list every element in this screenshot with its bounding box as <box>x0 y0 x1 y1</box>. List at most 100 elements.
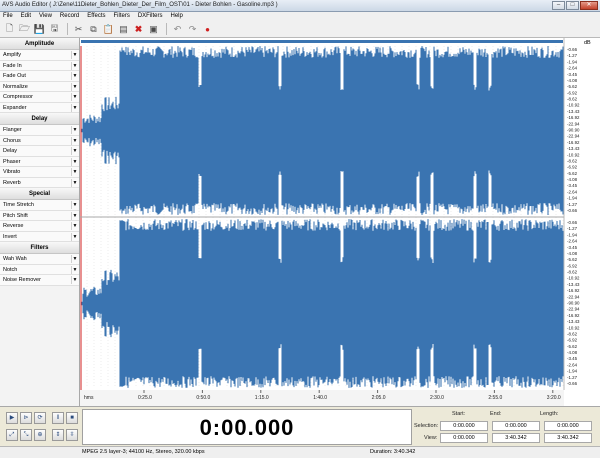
effect-label: Fade Out <box>3 73 26 79</box>
effect-label: Amplify <box>3 52 22 58</box>
db-tick-label: -22.94 <box>567 307 580 312</box>
menu-view[interactable]: View <box>39 12 52 21</box>
dropdown-arrow-icon[interactable]: ▼ <box>71 178 78 187</box>
db-tick-label: -0.66 <box>567 220 578 225</box>
cut-icon[interactable]: ✂ <box>72 23 85 36</box>
db-tick-label: -10.92 <box>567 103 580 108</box>
overview-scrollbar[interactable] <box>81 40 563 43</box>
effect-wah-wah[interactable]: Wah Wah ▼ <box>0 254 79 265</box>
effect-label: Reverb <box>3 179 21 186</box>
dropdown-arrow-icon[interactable]: ▼ <box>71 222 78 230</box>
db-tick-label: -1.27 <box>567 202 578 207</box>
db-tick-label: -6.92 <box>567 165 578 170</box>
dropdown-arrow-icon[interactable]: ▼ <box>71 93 78 101</box>
zoom-out-horizontal-icon[interactable]: ⤡ <box>20 429 32 441</box>
dropdown-arrow-icon[interactable]: ▼ <box>71 255 78 263</box>
db-tick-label: -1.94 <box>567 232 578 237</box>
dropdown-arrow-icon[interactable]: ▼ <box>71 168 78 176</box>
open-folder-icon[interactable]: 🗁 <box>18 23 31 36</box>
menu-edit[interactable]: Edit <box>21 12 31 21</box>
dropdown-arrow-icon[interactable]: ▼ <box>71 147 78 155</box>
minimize-button[interactable]: – <box>552 1 565 10</box>
effect-pitch-shift[interactable]: Pitch Shift ▼ <box>0 210 79 221</box>
transport-panel: ▶ ⊳ ⟳ ‖ ■ ⤢ ⤡ ⊕ ⇕ ⇳ 0:00.000 Start: End:… <box>0 406 600 446</box>
effect-normalize[interactable]: Normalize ▼ <box>0 81 79 92</box>
dropdown-arrow-icon[interactable]: ▼ <box>71 265 78 274</box>
view-end-field[interactable]: 3:40.342 <box>492 433 540 443</box>
dropdown-arrow-icon[interactable]: ▼ <box>71 276 78 284</box>
record-icon[interactable]: ● <box>201 23 214 36</box>
selection-length-field[interactable]: 0:00.000 <box>544 421 592 431</box>
waveform-editor[interactable]: dB -0.66 -1.27 -1.94 -2.64 -3.45 -4.08 -5.62 -6… <box>80 38 600 406</box>
effect-amplify[interactable]: Amplify ▼ <box>0 50 79 61</box>
maximize-button[interactable]: □ <box>566 1 579 10</box>
view-length-field[interactable]: 3:40.342 <box>544 433 592 443</box>
dropdown-arrow-icon[interactable]: ▼ <box>71 232 78 241</box>
effect-fade-out[interactable]: Fade Out ▼ <box>0 71 79 82</box>
db-tick-label: -8.62 <box>567 270 578 275</box>
menu-record[interactable]: Record <box>60 12 79 21</box>
zoom-selection-icon[interactable]: ⊕ <box>34 429 46 441</box>
dropdown-arrow-icon[interactable]: ▼ <box>71 126 78 134</box>
menu-effects[interactable]: Effects <box>87 12 105 21</box>
dropdown-arrow-icon[interactable]: ▼ <box>71 201 78 209</box>
db-tick-label: -13.43 <box>567 146 580 151</box>
dropdown-arrow-icon[interactable]: ▼ <box>71 211 78 220</box>
zoom-out-vertical-icon[interactable]: ⇳ <box>66 429 78 441</box>
save-as-icon[interactable]: 🖫 <box>48 23 61 36</box>
time-display: 0:00.000 <box>82 409 412 445</box>
play-selection-icon[interactable]: ⊳ <box>20 412 32 424</box>
redo-icon[interactable]: ↷ <box>186 23 199 36</box>
dropdown-arrow-icon[interactable]: ▼ <box>71 72 78 80</box>
dropdown-arrow-icon[interactable]: ▼ <box>71 61 78 70</box>
selection-start-field[interactable]: 0:00.000 <box>440 421 488 431</box>
effect-delay[interactable]: Delay ▼ <box>0 146 79 157</box>
db-tick-label: -1.27 <box>567 375 578 380</box>
effect-vibrato[interactable]: Vibrato ▼ <box>0 167 79 178</box>
menu-dxfilters[interactable]: DXFilters <box>138 12 163 21</box>
effect-notch[interactable]: Notch ▼ <box>0 264 79 275</box>
time-label: 2:05.0 <box>372 395 386 401</box>
close-button[interactable]: ✕ <box>580 1 598 10</box>
effect-reverb[interactable]: Reverb ▼ <box>0 177 79 188</box>
play-icon[interactable]: ▶ <box>6 412 18 424</box>
trim-icon[interactable]: ▣ <box>147 23 160 36</box>
dropdown-arrow-icon[interactable]: ▼ <box>71 157 78 166</box>
loop-icon[interactable]: ⟳ <box>34 412 46 424</box>
copy-icon[interactable]: ⧉ <box>87 23 100 36</box>
audio-format-info: MPEG 2.5 layer-3; 44100 Hz, Stereo, 320.… <box>82 449 205 455</box>
effect-label: Chorus <box>3 137 21 144</box>
effect-expander[interactable]: Expander ▼ <box>0 102 79 113</box>
new-file-icon[interactable]: 🗋 <box>3 23 16 36</box>
effect-invert[interactable]: Invert ▼ <box>0 231 79 242</box>
db-tick-label: -10.92 <box>567 276 580 281</box>
zoom-in-horizontal-icon[interactable]: ⤢ <box>6 429 18 441</box>
effect-noise-remover[interactable]: Noise Remover ▼ <box>0 275 79 286</box>
selection-end-field[interactable]: 0:00.000 <box>492 421 540 431</box>
paste-icon[interactable]: 📋 <box>102 23 115 36</box>
view-start-field[interactable]: 0:00.000 <box>440 433 488 443</box>
dropdown-arrow-icon[interactable]: ▼ <box>71 51 78 59</box>
waveform-canvas[interactable]: dB -0.66-1.27-1.94-2.64-3.45-4.08-5.62-6… <box>80 38 600 406</box>
effect-flanger[interactable]: Flanger ▼ <box>0 125 79 136</box>
pause-icon[interactable]: ‖ <box>52 412 64 424</box>
menu-filters[interactable]: Filters <box>114 12 130 21</box>
selection-label: Selection: <box>414 423 439 429</box>
effect-chorus[interactable]: Chorus ▼ <box>0 135 79 146</box>
paste-mix-icon[interactable]: ▤ <box>117 23 130 36</box>
menu-file[interactable]: File <box>3 12 13 21</box>
effect-time-stretch[interactable]: Time Stretch ▼ <box>0 200 79 211</box>
effect-phaser[interactable]: Phaser ▼ <box>0 156 79 167</box>
effect-fade-in[interactable]: Fade In ▼ <box>0 60 79 71</box>
dropdown-arrow-icon[interactable]: ▼ <box>71 136 78 145</box>
delete-icon[interactable]: ✖ <box>132 23 145 36</box>
effect-compressor[interactable]: Compressor ▼ <box>0 92 79 103</box>
menu-help[interactable]: Help <box>171 12 183 21</box>
stop-icon[interactable]: ■ <box>66 412 78 424</box>
effect-reverse[interactable]: Reverse ▼ <box>0 221 79 232</box>
undo-icon[interactable]: ↶ <box>171 23 184 36</box>
zoom-in-vertical-icon[interactable]: ⇕ <box>52 429 64 441</box>
dropdown-arrow-icon[interactable]: ▼ <box>71 82 78 91</box>
dropdown-arrow-icon[interactable]: ▼ <box>71 103 78 112</box>
save-icon[interactable]: 💾 <box>33 23 46 36</box>
